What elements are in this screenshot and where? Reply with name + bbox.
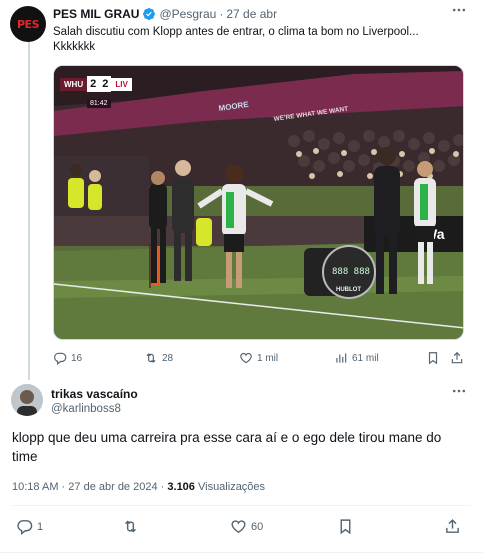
share-icon [451,351,463,364]
more-icon[interactable] [449,2,469,22]
avatar[interactable]: PES [10,6,46,42]
match-clock: 81:42 [87,99,111,108]
avatar-photo [11,384,43,416]
tweet-date[interactable]: 27 de abr [226,7,277,21]
tweet-text: Salah discutiu com Klopp antes de entrar… [53,26,419,53]
views-button[interactable]: 61 mil [334,351,379,365]
retweet-button[interactable]: 28 [144,351,173,365]
author-name[interactable]: PES MIL GRAU [53,7,139,21]
views-chart-icon [336,353,347,363]
reply-author-name[interactable]: trikas vascaíno [51,387,138,401]
reply-button[interactable]: 16 [53,351,82,365]
like-button[interactable]: 60 [230,518,263,535]
avatar[interactable] [11,384,43,416]
thread-line [28,40,30,380]
reply-text: klopp que deu uma carreira pra esse cara… [12,430,442,464]
bookmark-button[interactable] [426,351,440,365]
views-count: 61 mil [352,352,379,364]
divider [0,552,483,553]
reply-actions: 1 60 [14,518,464,538]
reply-meta: 10:18 AM · 27 de abr de 2024 · 3.106 Vis… [12,481,265,493]
reply-views-count: 3.106 [167,481,195,493]
retweet-button[interactable] [122,518,143,535]
home-goals: 2 [87,76,100,92]
like-count: 1 mil [257,352,279,364]
reply-icon [17,520,33,535]
bookmark-icon [428,352,438,365]
like-button[interactable]: 1 mil [239,351,278,365]
reply-time[interactable]: 10:18 AM [12,481,58,493]
away-goals: 2 [99,76,112,92]
verified-badge-icon [142,7,156,21]
reply-tweet[interactable]: trikas vascaíno @karlinboss8 klopp que d… [0,378,483,556]
more-icon[interactable] [449,383,469,403]
retweet-count: 28 [162,352,174,364]
parent-tweet[interactable]: PES PES MIL GRAU @Pesgrau · 27 de abr Sa… [0,0,483,380]
reply-author-handle[interactable]: @karlinboss8 [51,403,121,415]
separator: · [219,7,224,21]
retweet-icon [125,520,136,533]
separator: · [61,481,66,493]
reply-views-label: Visualizações [197,481,266,493]
scoreboard: WHU 2 2 LIV 81:42 [60,76,132,108]
bookmark-icon [340,519,351,535]
separator: · [160,481,165,493]
away-team: LIV [111,77,132,91]
avatar-logo: PES [17,17,40,31]
tweet-media-image[interactable]: MOORE WE'RE WHAT WE WANT Wa HUBLOT 888 8… [53,65,464,340]
heart-icon [240,352,252,364]
share-button[interactable] [450,351,464,365]
reply-button[interactable]: 1 [16,518,43,535]
reply-count: 1 [37,520,44,533]
share-button[interactable] [444,518,461,535]
svg-text:888 888: 888 888 [332,267,370,277]
bookmark-button[interactable] [337,518,354,535]
reply-count: 16 [71,352,83,364]
tweet-header: PES MIL GRAU @Pesgrau · 27 de abr [53,6,277,22]
home-team: WHU [60,77,88,91]
share-icon [446,519,459,533]
retweet-icon [146,353,156,363]
tweet-actions: 16 28 1 mil 61 mil [53,349,465,367]
like-count: 60 [251,520,264,533]
divider [12,505,471,506]
author-handle[interactable]: @Pesgrau [159,7,216,21]
heart-icon [231,520,246,534]
reply-date[interactable]: 27 de abr de 2024 [68,481,157,493]
ad-board-hublot: HUBLOT [336,287,361,293]
reply-icon [54,352,67,365]
